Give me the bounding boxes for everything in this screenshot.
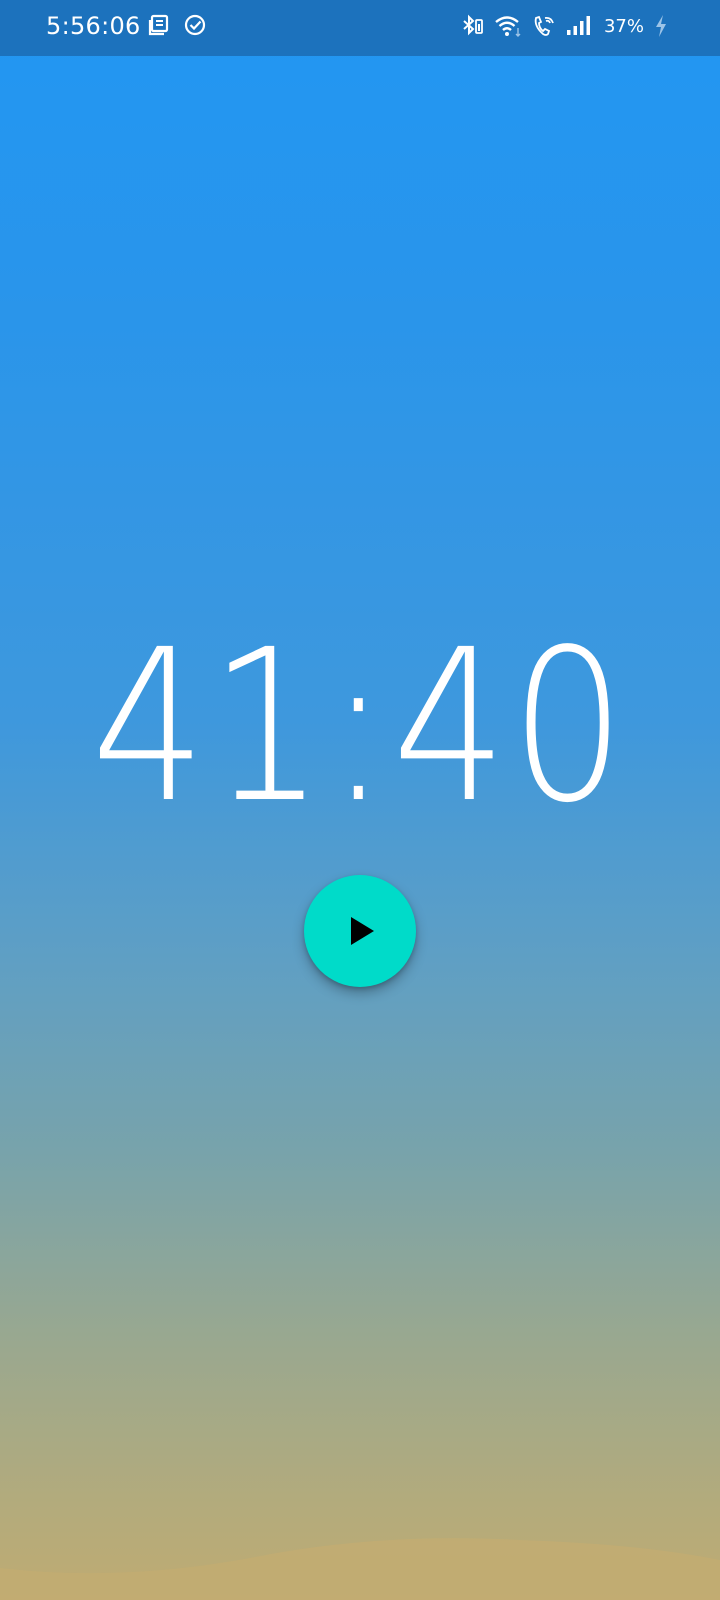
notes-icon [148, 14, 170, 36]
status-time: 5:56:06 [46, 12, 141, 40]
sand-dune-background [0, 1538, 720, 1600]
status-left-icons [148, 14, 206, 36]
wifi-icon [494, 14, 522, 38]
wifi-calling-icon [532, 14, 556, 38]
play-icon [351, 917, 374, 945]
timer-screen: 5:56:06 37% 41:40 [0, 0, 720, 1600]
play-button[interactable] [304, 875, 416, 987]
status-bar: 5:56:06 37% [0, 0, 720, 56]
timer-display: 41:40 [91, 604, 629, 849]
battery-percent: 37% [603, 15, 644, 37]
signal-icon [566, 14, 592, 38]
bluetooth-icon [460, 14, 484, 38]
status-right-icons: 37% [460, 14, 668, 38]
check-circle-icon [184, 14, 206, 36]
charging-bolt-icon [654, 14, 668, 38]
